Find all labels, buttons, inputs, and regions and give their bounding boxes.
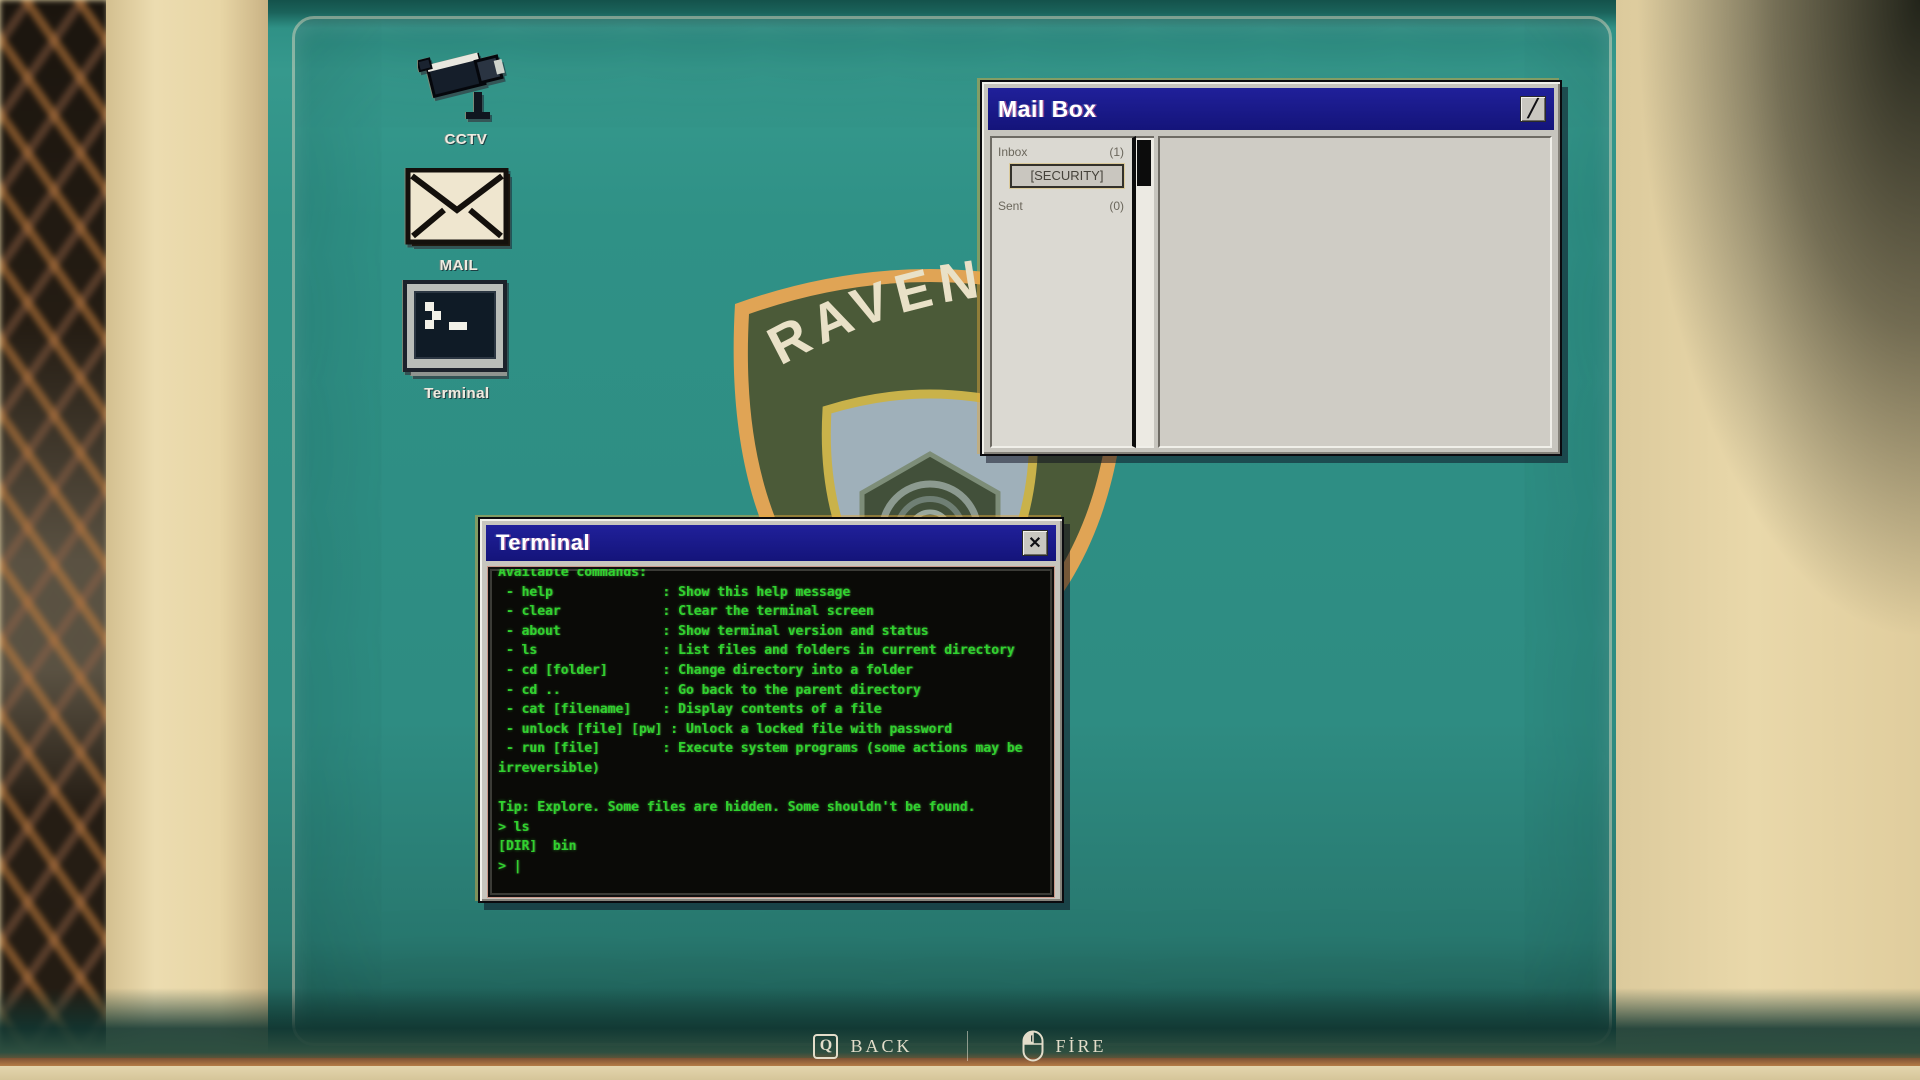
mailbox-reading-pane xyxy=(1158,136,1552,448)
terminal-line: - about : Show terminal version and stat… xyxy=(498,622,1044,642)
terminal-line: Tip: Explore. Some files are hidden. Som… xyxy=(498,798,1044,818)
terminal-line: - cd [folder] : Change directory into a … xyxy=(498,661,1044,681)
terminal-line: - unlock [file] [pw] : Unlock a locked f… xyxy=(498,720,1044,740)
mailbox-window: Mail Box ╱ Inbox (1) [SECURITY] Sent (0) xyxy=(980,80,1562,456)
folder-inbox-label: Inbox xyxy=(998,145,1027,159)
terminal-line: > | xyxy=(498,857,1044,877)
desktop-icon-mail[interactable]: MAIL xyxy=(400,168,518,274)
terminal-line: Available commands: xyxy=(498,567,1044,583)
desktop-icon-cctv[interactable]: CCTV xyxy=(410,40,522,148)
hud-divider xyxy=(967,1031,968,1061)
mailbox-body: Inbox (1) [SECURITY] Sent (0) xyxy=(990,136,1552,448)
hud-fire-label: FİRE xyxy=(1056,1036,1107,1057)
mailbox-scrollbar-thumb[interactable] xyxy=(1137,140,1151,186)
terminal-window: Terminal ✕ Available commands: - help : … xyxy=(478,517,1064,903)
terminal-titlebar[interactable]: Terminal ✕ xyxy=(486,525,1056,561)
keyboard-q-key-icon: Q xyxy=(813,1034,838,1059)
desktop-icon-label: MAIL xyxy=(440,257,479,274)
folder-sent-count: (0) xyxy=(1109,199,1124,213)
close-x-icon: ✕ xyxy=(1028,533,1041,553)
mailbox-folder-list: Inbox (1) [SECURITY] Sent (0) xyxy=(990,136,1136,448)
terminal-line xyxy=(498,779,1044,799)
desktop-icon-label: Terminal xyxy=(424,385,489,402)
folder-inbox[interactable]: Inbox (1) xyxy=(992,138,1132,161)
terminal-monitor-icon xyxy=(401,280,513,380)
envelope-icon xyxy=(404,168,514,252)
hud-controls: Q BACK FİRE xyxy=(0,1028,1920,1064)
folder-inbox-count: (1) xyxy=(1109,145,1124,159)
hud-back-hint: Q BACK xyxy=(813,1034,912,1059)
desk-edge-strip xyxy=(0,1066,1920,1080)
mailbox-close-button[interactable]: ╱ xyxy=(1520,96,1546,122)
terminal-line: - cd .. : Go back to the parent director… xyxy=(498,681,1044,701)
hud-back-label: BACK xyxy=(850,1036,912,1057)
desktop-icon-label: CCTV xyxy=(445,131,488,148)
hud-fire-hint: FİRE xyxy=(1022,1030,1107,1062)
mailbox-scrollbar[interactable] xyxy=(1136,136,1154,448)
terminal-output: Available commands: - help : Show this h… xyxy=(498,567,1044,877)
mail-item-security[interactable]: [SECURITY] xyxy=(1010,164,1124,188)
terminal-line: - cat [filename] : Display contents of a… xyxy=(498,700,1044,720)
terminal-line: [DIR] bin xyxy=(498,837,1044,857)
terminal-close-button[interactable]: ✕ xyxy=(1022,530,1048,556)
terminal-title: Terminal xyxy=(496,530,1022,556)
folder-sent[interactable]: Sent (0) xyxy=(992,190,1132,215)
mailbox-title: Mail Box xyxy=(998,96,1520,123)
folder-sent-label: Sent xyxy=(998,199,1023,213)
background-wall-right xyxy=(1616,0,1920,1080)
terminal-line: - run [file] : Execute system programs (… xyxy=(498,739,1044,759)
cctv-camera-icon xyxy=(418,40,514,126)
background-wall-left xyxy=(106,0,268,1080)
terminal-line: - ls : List files and folders in current… xyxy=(498,641,1044,661)
terminal-line: - clear : Clear the terminal screen xyxy=(498,602,1044,622)
mouse-left-click-icon xyxy=(1022,1030,1044,1062)
game-viewport: { "desktop": { "badge": { "text": "RAVEN… xyxy=(0,0,1920,1080)
desktop-icon-terminal[interactable]: Terminal xyxy=(392,280,522,402)
background-fence-blur xyxy=(0,0,108,1080)
terminal-line: irreversible) xyxy=(498,759,1044,779)
terminal-line: > ls xyxy=(498,818,1044,838)
close-slash-icon: ╱ xyxy=(1528,99,1538,119)
terminal-line: - help : Show this help message xyxy=(498,583,1044,603)
terminal-console[interactable]: Available commands: - help : Show this h… xyxy=(488,567,1054,897)
mailbox-titlebar[interactable]: Mail Box ╱ xyxy=(988,88,1554,130)
